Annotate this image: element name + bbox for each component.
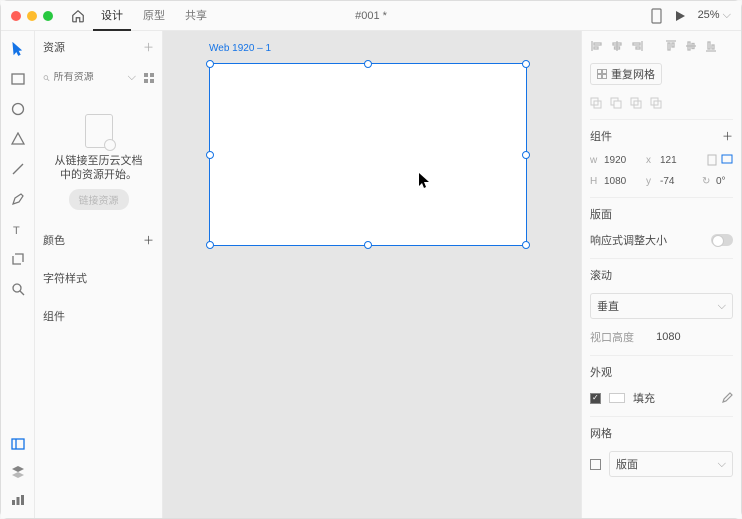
text-tool-icon[interactable]: T — [10, 221, 26, 237]
search-input[interactable] — [54, 72, 124, 83]
artboard[interactable] — [209, 63, 527, 246]
responsive-section: 版面 — [590, 206, 612, 222]
responsive-label: 响应式调整大小 — [590, 232, 667, 248]
tab-share[interactable]: 共享 — [177, 1, 215, 31]
resize-handle-sw[interactable] — [206, 241, 214, 249]
select-tool-icon[interactable] — [10, 41, 26, 57]
assets-search[interactable]: ⌵ — [43, 71, 154, 84]
grid-view-icon[interactable] — [144, 73, 154, 83]
link-assets-button[interactable]: 链接资源 — [69, 189, 129, 210]
mobile-preview-icon[interactable] — [651, 8, 662, 24]
boolean-subtract-icon[interactable] — [610, 97, 622, 109]
resize-handle-nw[interactable] — [206, 60, 214, 68]
tab-prototype[interactable]: 原型 — [135, 1, 173, 31]
responsive-toggle[interactable] — [711, 234, 733, 246]
add-component-icon[interactable]: ＋ — [722, 128, 733, 144]
grid-checkbox[interactable] — [590, 459, 601, 470]
scroll-select[interactable]: 垂直⌵ — [590, 293, 733, 319]
grid-select[interactable]: 版面⌵ — [609, 451, 733, 477]
close-window-icon[interactable] — [11, 11, 21, 21]
canvas[interactable]: Web 1920 – 1 — [163, 31, 581, 518]
inspector-panel: 重复网格 组件＋ w1920 x121 H1080 y-74 ↻0° 版面 响应… — [581, 31, 741, 518]
titlebar: 设计 原型 共享 #001 * 25% ⌵ — [1, 1, 741, 31]
align-bottom-icon[interactable] — [704, 39, 718, 53]
ellipse-tool-icon[interactable] — [10, 101, 26, 117]
assets-panel: 资源 ＋ ⌵ 从链接至历云文档中的资源开始。 链接资源 颜色 ＋ 字符样式 组件 — [35, 31, 163, 518]
landscape-orientation-icon[interactable] — [721, 154, 733, 166]
component-section: 组件 — [590, 128, 612, 144]
linked-doc-icon — [85, 114, 113, 148]
zoom-dropdown[interactable]: 25% ⌵ — [698, 9, 731, 22]
components-section[interactable]: 组件 — [43, 308, 65, 324]
zoom-tool-icon[interactable] — [10, 281, 26, 297]
portrait-orientation-icon[interactable] — [707, 154, 717, 166]
align-row — [590, 39, 733, 53]
canvas-inner: Web 1920 – 1 — [163, 31, 581, 518]
svg-text:T: T — [13, 225, 20, 236]
rectangle-tool-icon[interactable] — [10, 71, 26, 87]
fill-swatch[interactable] — [609, 393, 625, 403]
align-center-v-icon[interactable] — [684, 39, 698, 53]
minimize-window-icon[interactable] — [27, 11, 37, 21]
assets-header: 资源 — [43, 39, 65, 55]
plugins-panel-icon[interactable] — [10, 492, 26, 508]
x-field[interactable]: 121 — [660, 155, 694, 166]
tool-strip: T — [1, 31, 35, 518]
align-top-icon[interactable] — [664, 39, 678, 53]
fill-label: 填充 — [633, 390, 655, 406]
pen-tool-icon[interactable] — [10, 191, 26, 207]
appearance-section: 外观 — [590, 364, 612, 380]
play-icon[interactable] — [674, 10, 686, 22]
add-asset-icon[interactable]: ＋ — [143, 39, 154, 55]
styles-section[interactable]: 字符样式 — [43, 270, 87, 286]
grid-section: 网格 — [590, 425, 612, 441]
doc-hint-text: 从链接至历云文档中的资源开始。 — [55, 154, 143, 183]
boolean-intersect-icon[interactable] — [630, 97, 642, 109]
y-field[interactable]: -74 — [660, 176, 694, 187]
mode-tabs: 设计 原型 共享 — [93, 1, 215, 31]
tab-design[interactable]: 设计 — [93, 1, 131, 31]
chevron-down-icon[interactable]: ⌵ — [128, 71, 136, 84]
document-title: #001 * — [355, 10, 387, 22]
scroll-section: 滚动 — [590, 267, 612, 283]
boolean-union-icon[interactable] — [590, 97, 602, 109]
resize-handle-s[interactable] — [364, 241, 372, 249]
fill-checkbox[interactable] — [590, 393, 601, 404]
boolean-exclude-icon[interactable] — [650, 97, 662, 109]
viewport-height-field[interactable]: 1080 — [656, 331, 680, 343]
height-field[interactable]: 1080 — [604, 176, 638, 187]
add-color-icon[interactable]: ＋ — [143, 232, 154, 248]
resize-handle-se[interactable] — [522, 241, 530, 249]
artboard-tool-icon[interactable] — [10, 251, 26, 267]
resize-handle-ne[interactable] — [522, 60, 530, 68]
resize-handle-w[interactable] — [206, 151, 214, 159]
home-button[interactable] — [71, 9, 85, 23]
assets-panel-icon[interactable] — [10, 436, 26, 452]
resize-handle-e[interactable] — [522, 151, 530, 159]
resize-handle-n[interactable] — [364, 60, 372, 68]
line-tool-icon[interactable] — [10, 161, 26, 177]
align-right-icon[interactable] — [630, 39, 644, 53]
layers-panel-icon[interactable] — [10, 464, 26, 480]
maximize-window-icon[interactable] — [43, 11, 53, 21]
window-controls — [11, 11, 53, 21]
cursor-icon — [419, 173, 431, 189]
eyedropper-icon[interactable] — [721, 392, 733, 404]
align-left-icon[interactable] — [590, 39, 604, 53]
rotation-field[interactable]: 0° — [716, 176, 736, 187]
colors-section[interactable]: 颜色 — [43, 232, 65, 248]
repeat-grid-button[interactable]: 重复网格 — [590, 63, 662, 85]
width-field[interactable]: 1920 — [604, 155, 638, 166]
polygon-tool-icon[interactable] — [10, 131, 26, 147]
artboard-label[interactable]: Web 1920 – 1 — [209, 43, 271, 54]
align-center-h-icon[interactable] — [610, 39, 624, 53]
